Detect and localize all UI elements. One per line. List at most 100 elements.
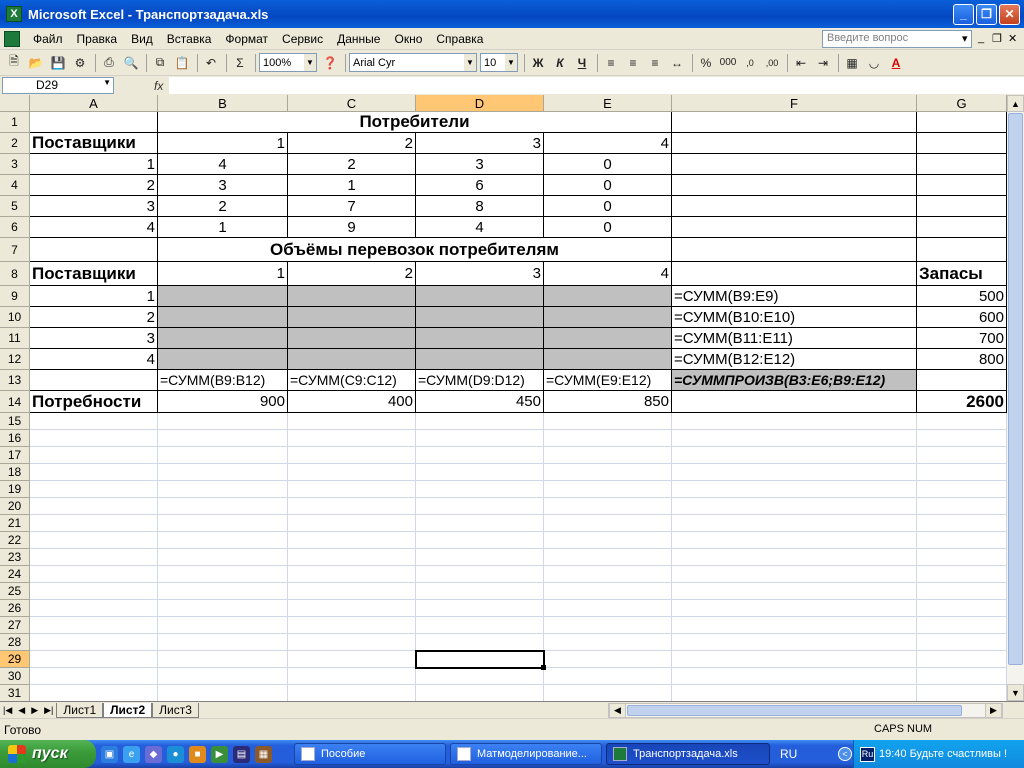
cell-a18[interactable] <box>30 464 158 481</box>
cell-b31[interactable] <box>158 685 288 702</box>
cell-f12[interactable]: =СУММ(B12:E12) <box>672 349 917 370</box>
row-header-24[interactable]: 24 <box>0 566 30 583</box>
row-header-23[interactable]: 23 <box>0 549 30 566</box>
align-center-icon[interactable]: ≡ <box>623 53 643 73</box>
task-matmodelirovanie[interactable]: Матмоделирование... <box>450 743 602 765</box>
zoom-combo[interactable]: 100% ▼ <box>259 53 317 72</box>
cell-c2[interactable]: 2 <box>288 133 416 154</box>
cell-c25[interactable] <box>288 583 416 600</box>
cell-d27[interactable] <box>416 617 544 634</box>
cell-e18[interactable] <box>544 464 672 481</box>
cell-d20[interactable] <box>416 498 544 515</box>
cell-g31[interactable] <box>917 685 1007 702</box>
cell-a11[interactable]: 3 <box>30 328 158 349</box>
cell-g23[interactable] <box>917 549 1007 566</box>
decrease-decimal-button[interactable]: ,00 <box>762 53 782 73</box>
help-icon[interactable]: ❓ <box>320 53 340 73</box>
cell-d5[interactable]: 8 <box>416 196 544 217</box>
cell-b8[interactable]: 1 <box>158 262 288 286</box>
sheet-tab-2[interactable]: Лист2 <box>103 702 153 718</box>
cell-f30[interactable] <box>672 668 917 685</box>
cell-g28[interactable] <box>917 634 1007 651</box>
print-icon[interactable]: ⎙ <box>99 53 119 73</box>
row-header-20[interactable]: 20 <box>0 498 30 515</box>
column-header-g[interactable]: G <box>917 95 1007 112</box>
cell-g13[interactable] <box>917 370 1007 391</box>
cell-e31[interactable] <box>544 685 672 702</box>
cell-c17[interactable] <box>288 447 416 464</box>
input-cell-b12[interactable] <box>158 349 288 370</box>
cell-a2[interactable]: Поставщики <box>30 133 158 154</box>
start-button[interactable]: пуск <box>0 740 96 768</box>
cell-c26[interactable] <box>288 600 416 617</box>
prev-sheet-icon[interactable]: ◀ <box>18 705 25 716</box>
doc-close-button[interactable]: ✕ <box>1008 32 1017 45</box>
cell-e15[interactable] <box>544 413 672 430</box>
active-cell-cursor[interactable] <box>415 650 545 669</box>
menu-format[interactable]: Формат <box>218 30 275 48</box>
input-cell-d10[interactable] <box>416 307 544 328</box>
menu-view[interactable]: Вид <box>124 30 160 48</box>
cell-f2[interactable] <box>672 133 917 154</box>
first-sheet-icon[interactable]: |◀ <box>3 705 12 716</box>
cell-g14[interactable]: 2600 <box>917 391 1007 413</box>
open-icon[interactable]: 📂 <box>26 53 46 73</box>
input-cell-b9[interactable] <box>158 286 288 307</box>
align-left-icon[interactable]: ≡ <box>601 53 621 73</box>
cell-g21[interactable] <box>917 515 1007 532</box>
autosum-icon[interactable]: Σ <box>230 53 250 73</box>
cell-f19[interactable] <box>672 481 917 498</box>
horizontal-scrollbar[interactable]: ◀ ▶ <box>608 703 1003 718</box>
restore-button[interactable]: ❐ <box>976 3 997 25</box>
cell-d8[interactable]: 3 <box>416 262 544 286</box>
undo-icon[interactable]: ↶ <box>201 53 221 73</box>
column-header-b[interactable]: B <box>158 95 288 112</box>
cell-b20[interactable] <box>158 498 288 515</box>
outdent-icon[interactable]: ⇤ <box>791 53 811 73</box>
input-cell-c11[interactable] <box>288 328 416 349</box>
cell-g8[interactable]: Запасы <box>917 262 1007 286</box>
save-icon[interactable]: 💾 <box>48 53 68 73</box>
row-header-3[interactable]: 3 <box>0 154 30 175</box>
menu-data[interactable]: Данные <box>330 30 387 48</box>
cell-c28[interactable] <box>288 634 416 651</box>
cell-c22[interactable] <box>288 532 416 549</box>
cell-b19[interactable] <box>158 481 288 498</box>
cell-c31[interactable] <box>288 685 416 702</box>
cell-a27[interactable] <box>30 617 158 634</box>
cell-g7[interactable] <box>917 238 1007 262</box>
cell-d17[interactable] <box>416 447 544 464</box>
cell-c16[interactable] <box>288 430 416 447</box>
cell-e22[interactable] <box>544 532 672 549</box>
cell-e13[interactable]: =СУММ(E9:E12) <box>544 370 672 391</box>
copy-icon[interactable]: ⧉ <box>150 53 170 73</box>
cell-g22[interactable] <box>917 532 1007 549</box>
cell-e29[interactable] <box>544 651 672 668</box>
cell-a5[interactable]: 3 <box>30 196 158 217</box>
cell-d30[interactable] <box>416 668 544 685</box>
italic-button[interactable]: К <box>550 53 570 73</box>
indent-icon[interactable]: ⇥ <box>813 53 833 73</box>
borders-icon[interactable]: ▦ <box>842 53 862 73</box>
cell-e4[interactable]: 0 <box>544 175 672 196</box>
scroll-left-icon[interactable]: ◀ <box>609 703 626 718</box>
row-header-19[interactable]: 19 <box>0 481 30 498</box>
input-cell-d9[interactable] <box>416 286 544 307</box>
cell-f29[interactable] <box>672 651 917 668</box>
tray-language-icon[interactable]: Ru <box>860 746 875 762</box>
help-dropdown-icon[interactable]: ▾ <box>962 32 968 45</box>
cell-e19[interactable] <box>544 481 672 498</box>
cell-g25[interactable] <box>917 583 1007 600</box>
cell-a22[interactable] <box>30 532 158 549</box>
next-sheet-icon[interactable]: ▶ <box>31 705 38 716</box>
cell-d19[interactable] <box>416 481 544 498</box>
cell-a7[interactable] <box>30 238 158 262</box>
cell-a6[interactable]: 4 <box>30 217 158 238</box>
cell-d26[interactable] <box>416 600 544 617</box>
close-button[interactable]: ✕ <box>999 3 1020 25</box>
cell-g6[interactable] <box>917 217 1007 238</box>
font-name-combo[interactable]: Arial Cyr ▼ <box>349 53 477 72</box>
scroll-right-icon[interactable]: ▶ <box>985 703 1002 718</box>
cell-a28[interactable] <box>30 634 158 651</box>
cell-d21[interactable] <box>416 515 544 532</box>
